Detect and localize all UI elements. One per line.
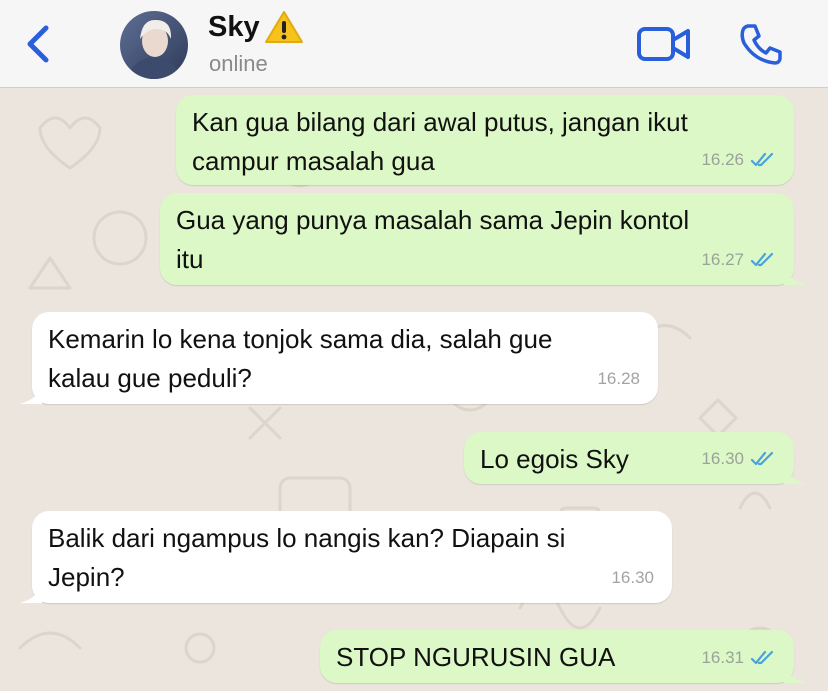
warning-icon bbox=[264, 11, 303, 43]
chevron-left-icon[interactable] bbox=[22, 22, 56, 66]
video-camera-icon[interactable] bbox=[637, 24, 691, 64]
message-bubble-incoming[interactable]: Balik dari ngampus lo nangis kan? Diapai… bbox=[20, 511, 672, 603]
message-meta: 16.31 bbox=[701, 638, 776, 677]
message-bubble-outgoing[interactable]: Gua yang punya masalah sama Jepin kontol… bbox=[160, 193, 806, 285]
message-time: 16.30 bbox=[611, 568, 654, 587]
message-meta: 16.28 bbox=[597, 359, 640, 398]
message-bubble-outgoing[interactable]: Kan gua bilang dari awal putus, jangan i… bbox=[176, 95, 794, 185]
message-meta: 16.26 bbox=[701, 140, 776, 179]
bubble-tail bbox=[784, 265, 806, 285]
message-meta: 16.27 bbox=[701, 240, 776, 279]
contact-name[interactable]: Sky bbox=[208, 10, 304, 44]
message-meta: 16.30 bbox=[701, 439, 776, 478]
contact-status: online bbox=[209, 51, 268, 76]
message-time: 16.30 bbox=[701, 449, 744, 468]
message-time: 16.31 bbox=[701, 648, 744, 667]
bubble-tail bbox=[20, 384, 42, 404]
bubble-tail bbox=[784, 464, 806, 484]
message-text: Balik dari ngampus lo nangis kan? Diapai… bbox=[48, 523, 566, 592]
phone-icon[interactable] bbox=[738, 22, 782, 66]
double-check-icon bbox=[750, 650, 774, 664]
message-meta: 16.30 bbox=[611, 558, 654, 597]
message-text: Kemarin lo kena tonjok sama dia, salah g… bbox=[48, 324, 553, 393]
message-time: 16.27 bbox=[701, 250, 744, 269]
chat-header: Sky online bbox=[0, 0, 828, 88]
double-check-icon bbox=[750, 252, 774, 266]
double-check-icon bbox=[750, 152, 774, 166]
message-text: Gua yang punya masalah sama Jepin kontol… bbox=[176, 205, 690, 274]
bubble-tail bbox=[20, 583, 42, 603]
message-text: Kan gua bilang dari awal putus, jangan i… bbox=[192, 107, 688, 176]
message-time: 16.26 bbox=[701, 150, 744, 169]
avatar[interactable] bbox=[120, 11, 188, 79]
bubble-tail bbox=[784, 663, 806, 683]
message-time: 16.28 bbox=[597, 369, 640, 388]
contact-name-label: Sky bbox=[208, 10, 260, 43]
message-bubble-outgoing[interactable]: STOP NGURUSIN GUA 16.31 bbox=[320, 630, 806, 683]
message-bubble-incoming[interactable]: Kemarin lo kena tonjok sama dia, salah g… bbox=[20, 312, 658, 404]
message-bubble-outgoing[interactable]: Lo egois Sky 16.30 bbox=[464, 432, 806, 484]
double-check-icon bbox=[750, 451, 774, 465]
